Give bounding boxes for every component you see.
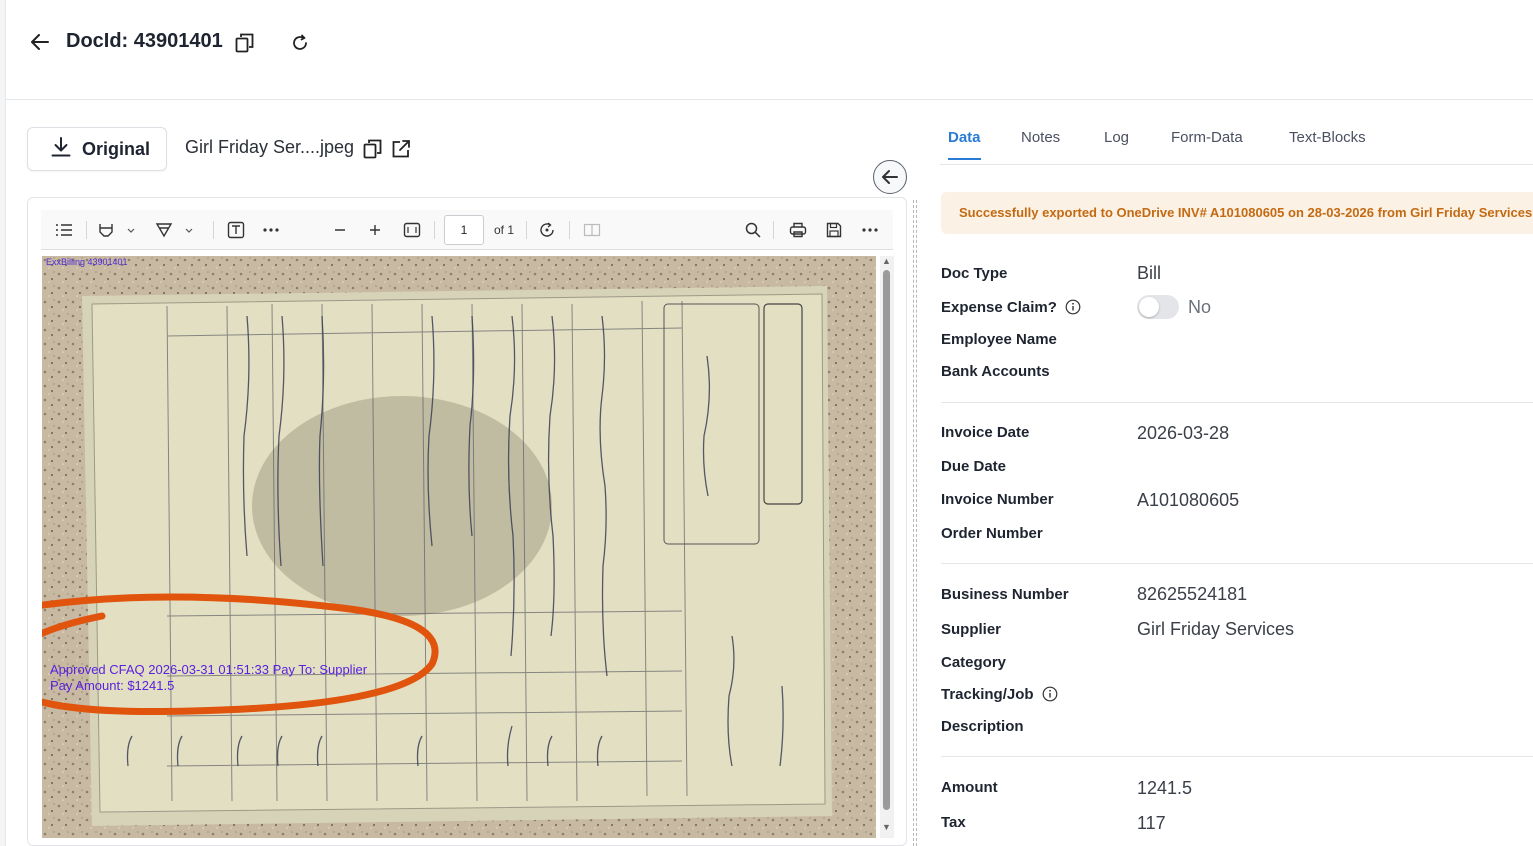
page-total: of 1 bbox=[494, 223, 515, 237]
bank-accounts-label: Bank Accounts bbox=[941, 363, 1050, 380]
tab-form-data[interactable]: Form-Data bbox=[1171, 129, 1243, 158]
expense-claim-label: Expense Claim? bbox=[941, 299, 1081, 319]
approval-line-1: Approved CFAQ 2026-03-31 01:51:33 Pay To… bbox=[50, 662, 368, 677]
refresh-icon[interactable] bbox=[290, 33, 310, 58]
tax-value[interactable]: 117 bbox=[1137, 813, 1166, 834]
business-number-label: Business Number bbox=[941, 586, 1069, 603]
tracking-job-text: Tracking/Job bbox=[941, 686, 1034, 703]
invoice-photo bbox=[42, 256, 876, 838]
tab-text-blocks[interactable]: Text-Blocks bbox=[1289, 129, 1366, 158]
download-original-button[interactable]: Original bbox=[27, 127, 167, 171]
divider bbox=[941, 402, 1533, 403]
tab-log[interactable]: Log bbox=[1104, 129, 1129, 158]
download-icon bbox=[50, 136, 72, 163]
invoice-number-value[interactable]: A101080605 bbox=[1137, 490, 1239, 511]
info-icon[interactable] bbox=[1065, 299, 1081, 319]
divider bbox=[941, 563, 1533, 564]
business-number-value[interactable]: 82625524181 bbox=[1137, 584, 1247, 605]
tab-notes[interactable]: Notes bbox=[1021, 129, 1060, 158]
outline-icon[interactable] bbox=[53, 218, 75, 242]
doc-type-value[interactable]: Bill bbox=[1137, 263, 1161, 284]
invoice-image: ExxBilling 43901401 Approved CFAQ 2026-0… bbox=[42, 256, 876, 838]
export-status-banner: Successfully exported to OneDrive INV# A… bbox=[941, 192, 1533, 234]
supplier-value[interactable]: Girl Friday Services bbox=[1137, 619, 1294, 640]
approval-stamp: Approved CFAQ 2026-03-31 01:51:33 Pay To… bbox=[50, 662, 367, 694]
zoom-in-icon[interactable] bbox=[364, 218, 386, 242]
document-viewer: 1 of 1 ExxBilling 43901401 Approved CFAQ… bbox=[27, 197, 907, 846]
page-number-input[interactable]: 1 bbox=[444, 215, 484, 245]
more-options-icon[interactable] bbox=[859, 218, 881, 242]
left-nav-strip bbox=[0, 0, 6, 846]
highlight-tool-icon[interactable] bbox=[96, 218, 138, 242]
invoice-number-label: Invoice Number bbox=[941, 491, 1054, 508]
amount-label: Amount bbox=[941, 779, 998, 796]
doc-type-label: Doc Type bbox=[941, 265, 1008, 282]
order-number-label: Order Number bbox=[941, 525, 1043, 542]
print-icon[interactable] bbox=[787, 218, 809, 242]
back-arrow-icon[interactable] bbox=[30, 30, 50, 54]
due-date-label: Due Date bbox=[941, 458, 1007, 475]
tab-data[interactable]: Data bbox=[948, 129, 981, 160]
two-page-icon[interactable] bbox=[581, 218, 603, 242]
page-header: DocId: 43901401 bbox=[6, 0, 1533, 100]
invoice-date-label: Invoice Date bbox=[941, 424, 1030, 441]
description-label: Description bbox=[941, 718, 1024, 735]
supplier-label: Supplier bbox=[941, 621, 1002, 638]
detail-tabs: Data Notes Log Form-Data Text-Blocks bbox=[940, 125, 1533, 165]
tracking-job-label: Tracking/Job bbox=[941, 686, 1058, 706]
expense-claim-toggle[interactable] bbox=[1137, 295, 1179, 319]
file-name: Girl Friday Ser....jpeg bbox=[185, 137, 355, 157]
copy-filename-icon[interactable] bbox=[363, 139, 383, 164]
more-tools-icon[interactable] bbox=[260, 218, 282, 242]
rotate-icon[interactable] bbox=[536, 218, 558, 242]
page-title: DocId: 43901401 bbox=[66, 30, 223, 52]
copy-icon[interactable] bbox=[235, 33, 255, 58]
search-icon[interactable] bbox=[742, 218, 764, 242]
employee-name-label: Employee Name bbox=[941, 331, 1057, 348]
text-tool-icon[interactable] bbox=[225, 218, 247, 242]
fit-page-icon[interactable] bbox=[401, 218, 423, 242]
pdf-toolbar: 1 of 1 bbox=[41, 210, 893, 250]
category-label: Category bbox=[941, 654, 1007, 671]
zoom-out-icon[interactable] bbox=[329, 218, 351, 242]
draw-tool-icon[interactable] bbox=[154, 218, 196, 242]
panel-resize-handle[interactable] bbox=[913, 200, 917, 846]
scroll-up-icon[interactable]: ▲ bbox=[882, 256, 891, 266]
scroll-down-icon[interactable]: ▼ bbox=[882, 822, 891, 832]
open-external-icon[interactable] bbox=[391, 139, 411, 164]
original-label: Original bbox=[82, 138, 151, 159]
divider bbox=[941, 756, 1533, 757]
viewer-scrollbar[interactable]: ▲ ▼ bbox=[880, 256, 894, 838]
save-icon[interactable] bbox=[823, 218, 845, 242]
amount-value[interactable]: 1241.5 bbox=[1137, 778, 1192, 799]
expense-claim-text: Expense Claim? bbox=[941, 299, 1057, 316]
scroll-thumb[interactable] bbox=[883, 270, 890, 810]
collapse-panel-button[interactable] bbox=[873, 160, 907, 194]
expense-claim-value: No bbox=[1188, 297, 1212, 317]
stamp-header-text: ExxBilling 43901401 bbox=[46, 257, 128, 267]
approval-line-2: Pay Amount: $1241.5 bbox=[50, 678, 175, 693]
info-icon[interactable] bbox=[1042, 686, 1058, 706]
invoice-date-value[interactable]: 2026-03-28 bbox=[1137, 423, 1229, 444]
tax-label: Tax bbox=[941, 814, 966, 831]
